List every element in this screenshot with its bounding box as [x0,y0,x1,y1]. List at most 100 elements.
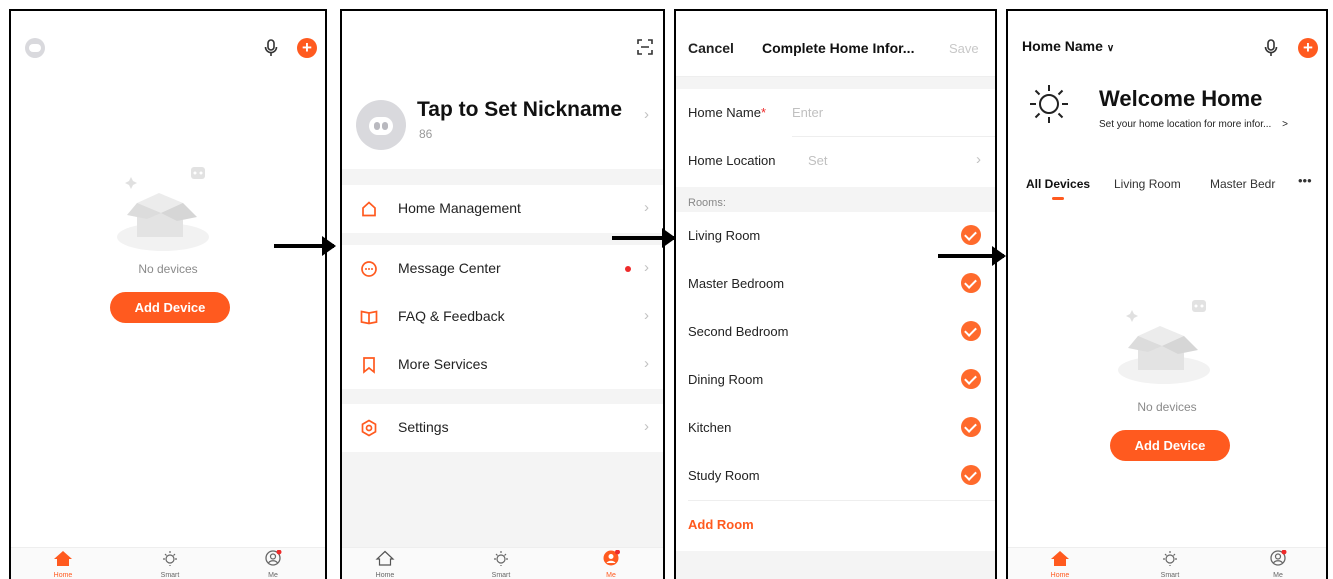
profile-section[interactable]: Tap to Set Nickname 86 › [342,11,663,169]
menu-label: Home Management [398,200,521,216]
active-tab-indicator [1052,197,1064,200]
menu-item-settings[interactable]: Settings › [342,404,663,452]
tab-smart[interactable]: Smart [140,550,200,579]
tab-home[interactable]: Home [1030,550,1090,579]
room-item-study-room[interactable]: Study Room [676,452,995,500]
add-plus-icon[interactable]: + [1298,38,1318,58]
menu-item-faq-feedback[interactable]: FAQ & Feedback › [342,293,663,341]
menu-label: FAQ & Feedback [398,308,505,324]
home-outline-icon [362,201,376,217]
stage: + No devices Add Device Home Smart Me Ta… [0,0,1333,579]
home-icon [54,551,72,566]
save-button[interactable]: Save [949,41,979,56]
chevron-right-icon: › [976,151,981,168]
home-icon [1051,551,1069,566]
tab-master-bedroom[interactable]: Master Bedr [1210,177,1275,191]
tab-home-label: Home [375,572,395,579]
home-name-input[interactable]: Enter [792,105,823,120]
room-item-master-bedroom[interactable]: Master Bedroom [676,260,995,308]
room-label: Master Bedroom [688,276,785,291]
add-plus-icon[interactable]: + [297,38,317,58]
room-label: Study Room [688,468,760,483]
book-icon [360,310,378,325]
no-devices-text: No devices [1137,400,1197,414]
tab-smart-label: Smart [160,572,180,579]
microphone-icon[interactable] [264,39,278,57]
tab-smart[interactable]: Smart [1140,550,1200,579]
sun-icon [1028,83,1070,130]
tab-smart-label: Smart [491,572,511,579]
checkmark-icon[interactable] [961,225,981,245]
screen-home-welcome: Home Name ∨ + Welcome Home Set your home… [1006,9,1328,579]
user-icon [265,549,282,566]
home-location-field[interactable]: Home Location Set › [676,137,995,185]
room-item-second-bedroom[interactable]: Second Bedroom [676,308,995,356]
room-item-dining-room[interactable]: Dining Room [676,356,995,404]
required-marker: * [760,105,767,120]
add-room-button[interactable]: Add Room [688,517,754,532]
screen-home-empty: + No devices Add Device Home Smart Me [9,9,327,579]
room-label: Living Room [688,228,761,243]
checkmark-icon[interactable] [961,465,981,485]
menu-label: Message Center [398,260,501,276]
avatar[interactable] [25,38,45,58]
checkmark-icon[interactable] [961,369,981,389]
scan-icon[interactable] [637,39,653,55]
tab-smart[interactable]: Smart [471,550,531,579]
menu-item-more-services[interactable]: More Services › [342,341,663,389]
cancel-button[interactable]: Cancel [688,40,734,56]
tab-bar: Home Smart Me [342,547,663,579]
checkmark-icon[interactable] [961,321,981,341]
sun-icon [494,551,508,566]
bookmark-icon [363,357,375,374]
add-device-button[interactable]: Add Device [110,292,230,323]
room-item-kitchen[interactable]: Kitchen [676,404,995,452]
microphone-icon[interactable] [1264,39,1278,57]
room-label: Second Bedroom [688,324,789,339]
user-icon [1270,549,1287,566]
header: Cancel Complete Home Infor... Save [676,11,995,77]
menu-group-1: Home Management › [342,185,663,233]
room-label: Kitchen [688,420,732,435]
tab-home[interactable]: Home [33,550,93,579]
home-name-field[interactable]: Home Name* Enter [676,89,995,137]
user-filled-icon [603,549,620,566]
chevron-right-icon: > [1282,119,1288,130]
tab-bar: Home Smart Me [11,547,325,579]
arrow-1 [274,236,336,256]
chevron-right-icon: › [644,355,649,372]
subtitle: Set your home location for more infor... [1099,119,1272,130]
nickname[interactable]: Tap to Set Nickname [417,98,622,122]
tab-living-room[interactable]: Living Room [1114,177,1181,191]
add-device-button[interactable]: Add Device [1110,430,1230,461]
page-title: Complete Home Infor... [762,40,915,56]
screen-me: Tap to Set Nickname 86 › Home Management… [340,9,665,579]
checkmark-icon[interactable] [961,417,981,437]
tab-bar: Home Smart Me [1008,547,1326,579]
tab-me[interactable]: Me [243,549,303,579]
home-location-label: Home Location [688,153,776,168]
menu-group-2: Message Center › FAQ & Feedback › More S… [342,245,663,389]
menu-item-message-center[interactable]: Message Center › [342,245,663,293]
avatar[interactable] [356,100,406,150]
empty-box-illustration [1114,296,1214,391]
arrow-2 [612,228,676,248]
tab-all-devices[interactable]: All Devices [1026,177,1090,191]
set-location-link[interactable]: Set your home location for more infor...… [1099,119,1288,130]
tab-me-label: Me [268,572,278,579]
menu-item-home-management[interactable]: Home Management › [342,185,663,233]
menu-label: More Services [398,356,488,372]
tab-me[interactable]: Me [1248,549,1308,579]
menu-group-3: Settings › [342,404,663,452]
tab-smart-label: Smart [1160,572,1180,579]
room-item-living-room[interactable]: Living Room [676,212,995,260]
home-selector[interactable]: Home Name ∨ [1022,38,1114,54]
empty-box-illustration [113,163,213,258]
tab-me[interactable]: Me [581,549,641,579]
tab-home[interactable]: Home [355,550,415,579]
more-tabs-icon[interactable]: ••• [1298,173,1312,188]
room-label: Dining Room [688,372,764,387]
checkmark-icon[interactable] [961,273,981,293]
home-name-label: Home Name [688,105,761,120]
sun-icon [163,551,177,566]
